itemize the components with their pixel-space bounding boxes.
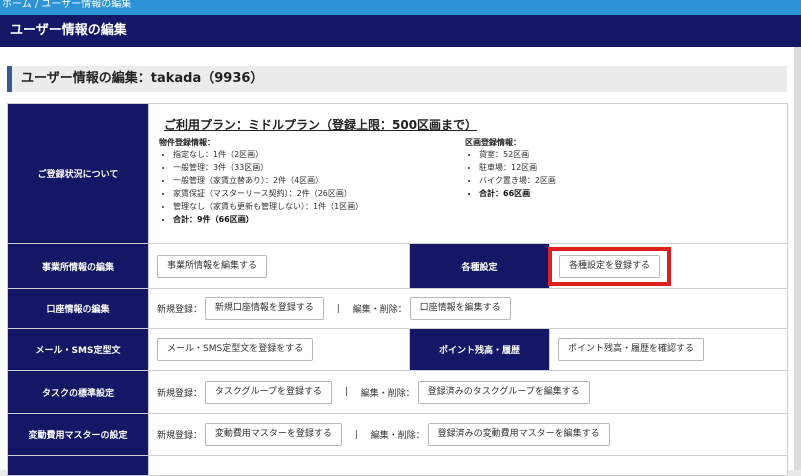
register-mail-template-button[interactable]: メール・SMS定型文を登録をする — [157, 338, 314, 361]
new-register-label: 新規登録： — [157, 431, 203, 441]
office-row: 事業所情報の編集 事業所情報を編集する 各種設定 各種設定を登録する — [7, 243, 788, 289]
next-row-label — [7, 455, 149, 476]
property-info-title: 物件登録情報： — [159, 138, 215, 147]
scrollbar[interactable] — [794, 47, 801, 470]
mail-row: メール・SMS定型文 メール・SMS定型文を登録をする ポイント残高・履歴 ポイ… — [7, 328, 788, 371]
list-item: 管理なし（家賃も更新も管理しない）：1件（1区画） — [173, 200, 363, 213]
cost-row: 変動費用マスターの設定 新規登録： 変動費用マスターを登録する | 編集・削除：… — [7, 413, 788, 456]
register-task-group-button[interactable]: タスクグループを登録する — [204, 380, 332, 404]
account-label: 口座情報の編集 — [7, 288, 149, 329]
breadcrumb: ホーム / ユーザー情報の編集 — [0, 0, 801, 15]
separator: | — [336, 303, 340, 314]
edit-delete-label: 編集・削除： — [352, 305, 407, 315]
cost-label: 変動費用マスターの設定 — [7, 413, 149, 456]
section-info-title: 区画登録情報： — [465, 138, 521, 147]
list-item: 一般管理：3件（33区画） — [173, 161, 363, 174]
list-item: 一般管理（家賃立替あり）：2件（4区画） — [173, 174, 363, 187]
property-total: 合計：9件（66区画） — [173, 213, 363, 226]
task-cell: 新規登録： タスクグループを登録する | 編集・削除： 登録済みのタスクグループ… — [148, 370, 788, 414]
edit-account-button[interactable]: 口座情報を編集する — [409, 297, 511, 320]
settings-label: 各種設定 — [409, 243, 550, 289]
list-item: 指定なし：1件（2区画） — [173, 148, 363, 161]
edit-delete-label: 編集・削除： — [360, 388, 415, 399]
new-register-label: 新規登録： — [157, 388, 203, 399]
highlight-box: 各種設定を登録する — [548, 246, 672, 286]
registration-info: ご利用プラン：ミドルプラン（登録上限：500区画まで） 物件登録情報： 指定なし… — [148, 103, 788, 244]
page-header: ユーザー情報の編集 — [0, 15, 801, 47]
list-item: 家賃保証（マスターリース契約）：2件（26区画） — [173, 187, 363, 200]
next-row-cell — [148, 455, 788, 476]
mail-cell: メール・SMS定型文を登録をする — [148, 328, 410, 371]
list-item: バイク置き場：2区画 — [479, 174, 556, 187]
list-item: 貸室：52区画 — [479, 148, 556, 161]
edit-delete-label: 編集・削除： — [370, 431, 425, 441]
account-cell: 新規登録： 新規口座情報を登録する | 編集・削除： 口座情報を編集する — [148, 288, 788, 329]
section-info: 区画登録情報： 貸室：52区画 駐車場：12区画 バイク置き場：2区画 合計：6… — [465, 137, 556, 200]
edit-cost-master-button[interactable]: 登録済みの変動費用マスターを編集する — [427, 423, 610, 446]
register-settings-button[interactable]: 各種設定を登録する — [559, 254, 661, 278]
settings-cell: 各種設定を登録する — [548, 243, 788, 289]
new-register-label: 新規登録： — [157, 305, 203, 315]
edit-office-button[interactable]: 事業所情報を編集する — [157, 254, 268, 278]
property-info: 物件登録情報： 指定なし：1件（2区画） 一般管理：3件（33区画） 一般管理（… — [159, 137, 363, 226]
registration-label: ご登録状況について — [7, 103, 149, 244]
points-cell: ポイント残高・履歴を確認する — [549, 328, 788, 371]
register-cost-master-button[interactable]: 変動費用マスターを登録する — [204, 423, 342, 446]
edit-task-group-button[interactable]: 登録済みのタスクグループを編集する — [417, 380, 590, 404]
separator: | — [344, 387, 348, 397]
page-title: ユーザー情報の編集：takada（9936） — [21, 71, 264, 86]
task-row: タスクの標準設定 新規登録： タスクグループを登録する | 編集・削除： 登録済… — [7, 370, 788, 414]
account-row: 口座情報の編集 新規登録： 新規口座情報を登録する | 編集・削除： 口座情報を… — [7, 288, 788, 329]
list-item: 駐車場：12区画 — [479, 161, 556, 174]
cost-cell: 新規登録： 変動費用マスターを登録する | 編集・削除： 登録済みの変動費用マス… — [148, 413, 788, 456]
mail-label: メール・SMS定型文 — [7, 328, 149, 371]
section-total: 合計：66区画 — [479, 187, 556, 200]
new-account-button[interactable]: 新規口座情報を登録する — [204, 297, 324, 320]
office-cell: 事業所情報を編集する — [148, 243, 410, 289]
office-label: 事業所情報の編集 — [7, 243, 149, 289]
settings-table: ご登録状況について ご利用プラン：ミドルプラン（登録上限：500区画まで） 物件… — [7, 103, 788, 476]
points-label: ポイント残高・履歴 — [409, 328, 550, 371]
main-content: ユーザー情報の編集：takada（9936） ご登録状況について ご利用プラン：… — [0, 47, 794, 476]
plan-text: ご利用プラン：ミドルプラン（登録上限：500区画まで） — [164, 118, 478, 132]
next-row — [7, 455, 788, 476]
registration-row: ご登録状況について ご利用プラン：ミドルプラン（登録上限：500区画まで） 物件… — [7, 103, 788, 244]
page-title-bar: ユーザー情報の編集：takada（9936） — [7, 66, 787, 92]
separator: | — [354, 429, 358, 440]
check-points-button[interactable]: ポイント残高・履歴を確認する — [558, 338, 705, 361]
task-label: タスクの標準設定 — [7, 370, 149, 414]
